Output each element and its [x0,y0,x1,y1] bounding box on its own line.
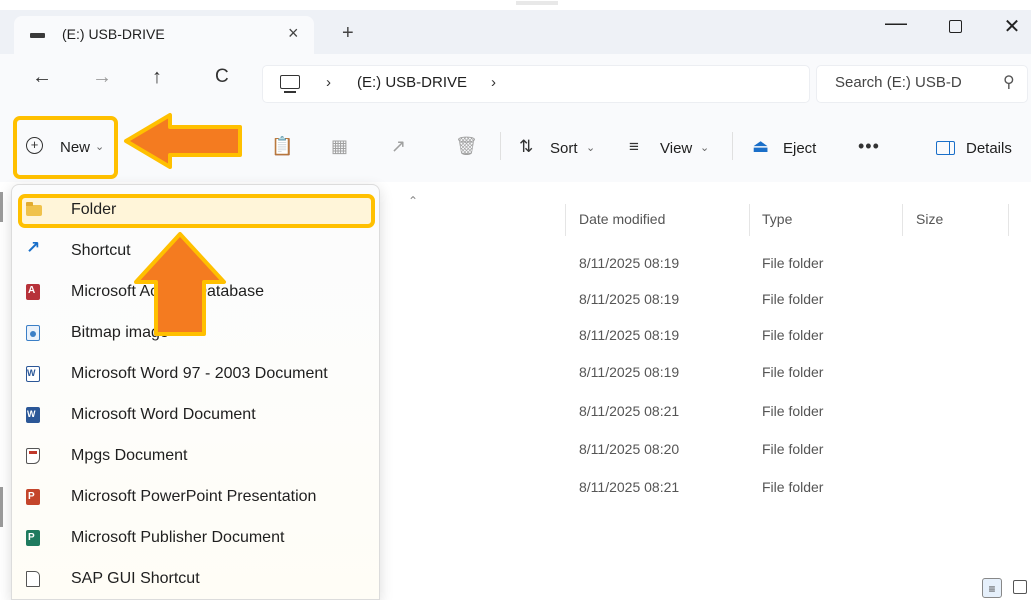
column-divider [902,204,903,236]
annotation-arrow-left-icon [124,113,242,169]
minimize-button[interactable]: — [876,10,916,36]
menu-item-publisher[interactable]: Microsoft Publisher Document [12,518,379,559]
menu-item-label: Microsoft Publisher Document [71,529,285,546]
toolbar-divider [500,132,501,160]
chevron-down-icon: ⌄ [700,142,710,154]
eject-icon[interactable]: ⏏ [752,136,769,157]
up-arrow-icon[interactable]: ↑ [152,66,162,89]
date-cell: 8/11/2025 08:21 [579,403,680,419]
sort-icon[interactable]: ⇅ [519,137,533,157]
view-icon[interactable]: ≡ [629,137,639,157]
title-bar: (E:) USB-DRIVE × + — ✕ [0,10,1031,54]
forward-arrow-icon[interactable]: → [92,66,112,89]
sap-shortcut-icon [26,571,40,587]
menu-item-label: Microsoft Word 97 - 2003 Document [71,365,328,382]
menu-item-sap-gui-shortcut[interactable]: SAP GUI Shortcut [12,559,379,600]
details-button[interactable]: Details [966,140,1012,157]
menu-item-mpgs-document[interactable]: Mpgs Document [12,436,379,477]
bitmap-icon [26,325,40,341]
column-size[interactable]: Size [916,211,943,227]
details-view-toggle[interactable]: ≡ [982,578,1002,598]
menu-item-word-97-2003[interactable]: Microsoft Word 97 - 2003 Document [12,354,379,395]
type-cell: File folder [762,327,824,343]
tab-usb-drive[interactable]: (E:) USB-DRIVE × [14,16,314,54]
type-cell: File folder [762,479,824,495]
eject-button[interactable]: Eject [783,140,816,157]
column-type[interactable]: Type [762,211,792,227]
date-cell: 8/11/2025 08:19 [579,255,680,271]
close-window-button[interactable]: ✕ [992,14,1031,39]
shortcut-icon: ↗ [26,238,41,257]
column-divider [749,204,750,236]
tiles-view-toggle[interactable] [1013,580,1027,594]
rename-icon[interactable]: ▦ [331,136,348,157]
type-cell: File folder [762,364,824,380]
breadcrumb-chevron-icon[interactable]: › [326,74,331,91]
column-date-modified[interactable]: Date modified [579,211,665,227]
paste-icon[interactable]: 📋 [271,136,293,157]
view-button[interactable]: View [660,140,692,157]
word97-icon [26,366,40,382]
type-cell: File folder [762,255,824,271]
sort-button[interactable]: Sort [550,140,578,157]
menu-item-label: SAP GUI Shortcut [71,570,200,587]
chevron-down-icon: ⌄ [95,141,105,153]
computer-icon [280,75,300,93]
date-cell: 8/11/2025 08:20 [579,441,680,457]
share-icon[interactable]: ↗ [391,136,406,157]
address-row: ← → ↑ C › (E:) USB-DRIVE › Search (E:) U… [0,54,1031,110]
menu-item-label: Microsoft Word Document [71,406,256,423]
tab-close-icon[interactable]: × [288,23,299,44]
type-cell: File folder [762,291,824,307]
menu-item-label: Microsoft PowerPoint Presentation [71,488,317,505]
powerpoint-icon [26,489,40,505]
back-arrow-icon[interactable]: ← [32,66,52,89]
navigation-pane-edge [0,182,6,598]
type-cell: File folder [762,403,824,419]
folder-icon [26,202,42,216]
sort-caret-icon: ⌃ [408,194,419,208]
new-button[interactable]: New [60,139,90,156]
publisher-icon [26,530,40,546]
maximize-button[interactable] [935,14,975,38]
date-cell: 8/11/2025 08:19 [579,364,680,380]
date-cell: 8/11/2025 08:21 [579,479,680,495]
delete-icon[interactable]: 🗑 [455,136,478,157]
drive-icon [30,33,45,38]
column-divider [1008,204,1009,236]
annotation-arrow-up-icon [134,232,226,336]
menu-item-powerpoint[interactable]: Microsoft PowerPoint Presentation [12,477,379,518]
date-cell: 8/11/2025 08:19 [579,327,680,343]
address-bar[interactable]: › (E:) USB-DRIVE › [262,65,810,103]
type-cell: File folder [762,441,824,457]
tab-label: (E:) USB-DRIVE [62,26,165,42]
refresh-icon[interactable]: C [215,66,229,88]
plus-circle-icon[interactable]: + [26,137,43,154]
details-pane-icon[interactable] [936,141,955,155]
menu-item-word-document[interactable]: Microsoft Word Document [12,395,379,436]
chevron-down-icon: ⌄ [586,142,596,154]
search-input[interactable]: Search (E:) USB-D ⚲ [816,65,1028,103]
breadcrumb-chevron-icon[interactable]: › [491,74,496,91]
cropped-top-text [0,0,1031,10]
column-divider [565,204,566,236]
search-icon: ⚲ [1003,74,1015,91]
menu-item-folder[interactable]: Folder [12,190,379,231]
more-options-icon[interactable]: ••• [858,136,880,157]
access-icon [26,284,40,300]
maximize-icon [948,20,962,33]
toolbar-divider [732,132,733,160]
menu-item-label: Mpgs Document [71,447,188,464]
menu-item-label: Shortcut [71,242,131,259]
new-tab-button[interactable]: + [342,22,354,45]
breadcrumb-location[interactable]: (E:) USB-DRIVE [357,74,467,91]
date-cell: 8/11/2025 08:19 [579,291,680,307]
search-placeholder: Search (E:) USB-D [835,74,962,91]
menu-item-label: Folder [71,201,117,218]
word-icon [26,407,40,423]
mpgs-icon [26,448,40,464]
